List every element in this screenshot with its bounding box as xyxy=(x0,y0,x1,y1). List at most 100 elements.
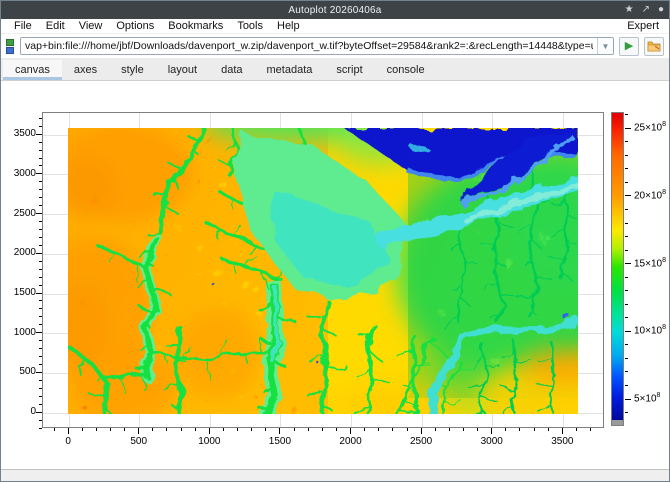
colorbar-minor-tick xyxy=(625,209,628,210)
chevron-down-icon: ▼ xyxy=(602,42,610,51)
y-axis-minor-tick xyxy=(39,142,42,143)
menu-help[interactable]: Help xyxy=(270,20,307,32)
window-title: Autoplot 20260406a xyxy=(1,5,669,16)
x-axis-tick-label: 2500 xyxy=(399,436,443,447)
tab-metadata[interactable]: metadata xyxy=(255,60,325,80)
menu-bookmarks[interactable]: Bookmarks xyxy=(161,20,230,32)
colorbar-minor-tick xyxy=(625,155,628,156)
x-axis-tick-label: 500 xyxy=(117,436,161,447)
tab-console[interactable]: console xyxy=(375,60,437,80)
heatmap-image[interactable] xyxy=(68,128,578,414)
colorbar-major-tick xyxy=(625,399,631,400)
y-axis-minor-tick xyxy=(39,356,42,357)
y-axis-minor-tick xyxy=(39,197,42,198)
titlebar-pin-icon[interactable]: ★ xyxy=(625,5,634,15)
colorbar-minor-tick xyxy=(625,236,628,237)
app-window: Autoplot 20260406a ★ ↗ ● FileEditViewOptio… xyxy=(0,0,670,482)
y-axis-minor-tick xyxy=(39,308,42,309)
y-axis-minor-tick xyxy=(39,269,42,270)
menu-bar: FileEditViewOptionsBookmarksToolsHelp Ex… xyxy=(1,19,669,34)
x-axis-minor-tick xyxy=(505,428,506,431)
colorbar-tick-label: 15×108 xyxy=(634,257,666,269)
folder-icon xyxy=(647,40,661,52)
address-row: ▼ ▶ xyxy=(1,34,669,58)
colorbar-minor-tick xyxy=(625,141,628,142)
uri-type-icon xyxy=(6,39,15,54)
y-axis-major-tick xyxy=(36,293,42,294)
y-axis-major-tick xyxy=(36,332,42,333)
colorbar-tick-label: 5×108 xyxy=(634,392,660,404)
x-axis-minor-tick xyxy=(251,428,252,431)
x-axis-tick-label: 1500 xyxy=(258,436,302,447)
expert-mode-label[interactable]: Expert xyxy=(627,20,663,32)
x-axis-major-tick xyxy=(421,428,422,434)
tab-script[interactable]: script xyxy=(324,60,374,80)
tab-bar: canvasaxesstylelayoutdatametadatascriptc… xyxy=(1,58,669,81)
y-axis-major-tick xyxy=(36,213,42,214)
x-axis-minor-tick xyxy=(407,428,408,431)
y-axis-major-tick xyxy=(36,134,42,135)
y-axis-minor-tick xyxy=(39,364,42,365)
menu-view[interactable]: View xyxy=(72,20,110,32)
y-axis-major-tick xyxy=(36,253,42,254)
y-axis-tick-label: 0 xyxy=(3,406,36,417)
x-axis-minor-tick xyxy=(96,428,97,431)
y-axis-minor-tick xyxy=(39,158,42,159)
x-axis-minor-tick xyxy=(181,428,182,431)
titlebar-close-icon[interactable]: ● xyxy=(658,5,664,15)
x-axis-minor-tick xyxy=(378,428,379,431)
menu-file[interactable]: File xyxy=(7,20,39,32)
y-axis-minor-tick xyxy=(39,277,42,278)
colorbar-minor-tick xyxy=(625,358,628,359)
y-axis-minor-tick xyxy=(39,300,42,301)
menu-edit[interactable]: Edit xyxy=(39,20,72,32)
x-axis-minor-tick xyxy=(152,428,153,431)
x-axis-minor-tick xyxy=(548,428,549,431)
x-axis-minor-tick xyxy=(449,428,450,431)
y-axis-minor-tick xyxy=(39,237,42,238)
address-dropdown-button[interactable]: ▼ xyxy=(597,38,613,54)
x-axis-minor-tick xyxy=(392,428,393,431)
y-axis-tick-label: 3000 xyxy=(3,168,36,179)
go-button[interactable]: ▶ xyxy=(619,37,639,56)
y-axis-minor-tick xyxy=(39,428,42,429)
browse-button[interactable] xyxy=(644,37,664,56)
x-axis-major-tick xyxy=(562,428,563,434)
address-input[interactable] xyxy=(21,38,597,54)
y-axis-minor-tick xyxy=(39,380,42,381)
x-axis-tick-label: 3000 xyxy=(470,436,514,447)
stream-channel xyxy=(231,197,232,208)
y-axis-minor-tick xyxy=(39,126,42,127)
menu-items: FileEditViewOptionsBookmarksToolsHelp xyxy=(7,20,307,32)
x-axis-major-tick xyxy=(68,428,69,434)
colorbar-minor-tick xyxy=(625,371,628,372)
titlebar-maximize-icon[interactable]: ↗ xyxy=(642,5,650,15)
colorbar-minor-tick xyxy=(625,385,628,386)
title-bar[interactable]: Autoplot 20260406a ★ ↗ ● xyxy=(1,1,669,19)
menu-options[interactable]: Options xyxy=(109,20,161,32)
y-axis-minor-tick xyxy=(39,348,42,349)
x-axis-minor-tick xyxy=(223,428,224,431)
plot-canvas[interactable]: 0500100015002000250030003500050010001500… xyxy=(1,81,669,469)
tab-style[interactable]: style xyxy=(109,60,156,80)
colorbar-minor-tick xyxy=(625,250,628,251)
tab-layout[interactable]: layout xyxy=(156,60,209,80)
y-axis-major-tick xyxy=(36,372,42,373)
x-axis-major-tick xyxy=(279,428,280,434)
x-axis-tick-label: 3500 xyxy=(540,436,584,447)
tab-data[interactable]: data xyxy=(209,60,254,80)
tab-axes[interactable]: axes xyxy=(62,60,109,80)
x-axis-minor-tick xyxy=(54,428,55,431)
x-axis-minor-tick xyxy=(590,428,591,431)
y-axis-minor-tick xyxy=(39,150,42,151)
y-axis-minor-tick xyxy=(39,324,42,325)
colorbar-minor-tick xyxy=(625,290,628,291)
x-axis-minor-tick xyxy=(294,428,295,431)
colorbar[interactable] xyxy=(611,112,624,426)
tab-canvas[interactable]: canvas xyxy=(3,60,62,80)
menu-tools[interactable]: Tools xyxy=(230,20,270,32)
y-axis-minor-tick xyxy=(39,396,42,397)
play-icon: ▶ xyxy=(625,41,633,52)
colorbar-tick-label: 25×108 xyxy=(634,121,666,133)
colorbar-tick-label: 10×108 xyxy=(634,324,666,336)
